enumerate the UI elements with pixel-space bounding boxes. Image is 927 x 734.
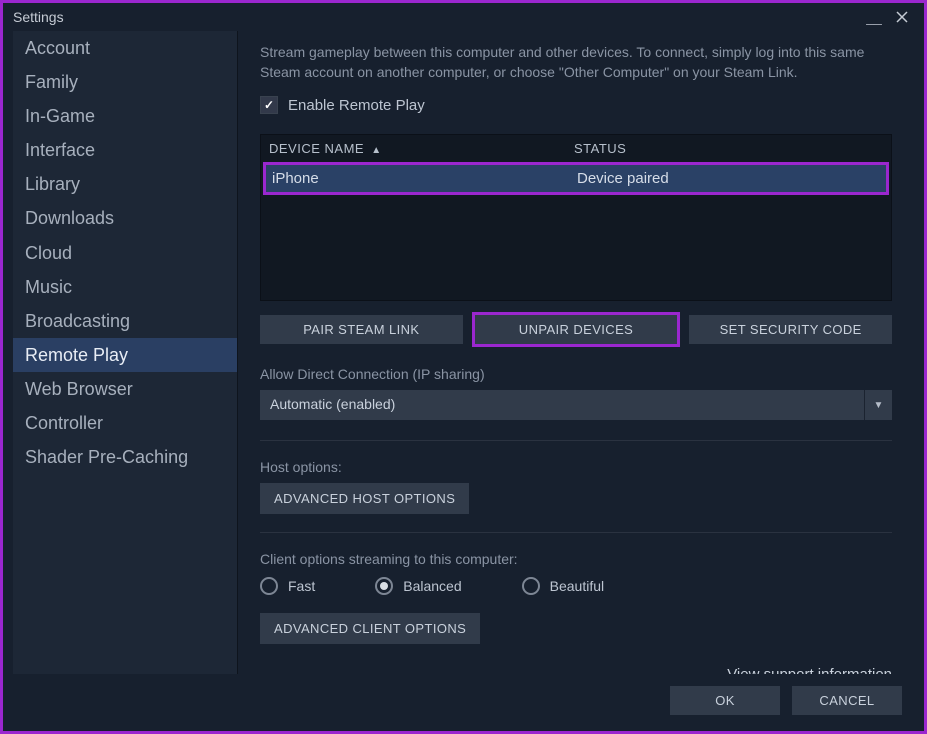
enable-remote-play-label: Enable Remote Play: [288, 97, 425, 114]
sidebar-item-remote-play[interactable]: Remote Play: [13, 338, 237, 372]
sidebar-item-interface[interactable]: Interface: [13, 133, 237, 167]
sidebar-item-in-game[interactable]: In-Game: [13, 99, 237, 133]
minimize-button[interactable]: __: [862, 5, 886, 29]
quality-radio-balanced[interactable]: Balanced: [375, 577, 461, 595]
unpair-devices-button[interactable]: UNPAIR DEVICES: [475, 315, 678, 344]
column-status[interactable]: STATUS: [574, 141, 883, 156]
settings-sidebar: AccountFamilyIn-GameInterfaceLibraryDown…: [13, 31, 238, 674]
direct-connection-dropdown[interactable]: Automatic (enabled) ▼: [260, 390, 892, 420]
divider: [260, 440, 892, 441]
sidebar-item-shader-pre-caching[interactable]: Shader Pre-Caching: [13, 440, 237, 474]
set-security-code-button[interactable]: SET SECURITY CODE: [689, 315, 892, 344]
device-name-cell: iPhone: [272, 170, 577, 187]
radio-icon: [260, 577, 278, 595]
panel-description: Stream gameplay between this computer an…: [260, 43, 892, 82]
settings-window: Settings __ AccountFamilyIn-GameInterfac…: [3, 3, 924, 731]
sidebar-item-broadcasting[interactable]: Broadcasting: [13, 304, 237, 338]
sidebar-item-downloads[interactable]: Downloads: [13, 201, 237, 235]
client-options-label: Client options streaming to this compute…: [260, 551, 892, 567]
ok-button[interactable]: OK: [670, 686, 780, 715]
host-options-label: Host options:: [260, 459, 892, 475]
advanced-client-options-button[interactable]: ADVANCED CLIENT OPTIONS: [260, 613, 480, 644]
sort-asc-icon: ▲: [371, 145, 381, 156]
titlebar: Settings __: [3, 3, 924, 31]
dialog-footer: OK CANCEL: [3, 674, 924, 731]
window-title: Settings: [13, 9, 858, 25]
divider: [260, 532, 892, 533]
enable-remote-play-checkbox[interactable]: [260, 96, 278, 114]
radio-label: Beautiful: [550, 578, 604, 594]
sidebar-item-cloud[interactable]: Cloud: [13, 236, 237, 270]
cancel-button[interactable]: CANCEL: [792, 686, 902, 715]
device-status-cell: Device paired: [577, 170, 880, 187]
radio-label: Balanced: [403, 578, 461, 594]
view-support-link[interactable]: View support information: [727, 666, 892, 674]
sidebar-item-controller[interactable]: Controller: [13, 406, 237, 440]
client-quality-radios: Fast Balanced Beautiful: [260, 577, 892, 595]
device-table-empty-area: [261, 195, 891, 300]
advanced-host-options-button[interactable]: ADVANCED HOST OPTIONS: [260, 483, 469, 514]
sidebar-item-family[interactable]: Family: [13, 65, 237, 99]
sidebar-item-library[interactable]: Library: [13, 167, 237, 201]
close-icon: [896, 11, 908, 23]
remote-play-panel: Stream gameplay between this computer an…: [238, 31, 914, 674]
sidebar-item-account[interactable]: Account: [13, 31, 237, 65]
pair-steam-link-button[interactable]: PAIR STEAM LINK: [260, 315, 463, 344]
device-table-header[interactable]: DEVICE NAME ▲ STATUS: [261, 135, 891, 162]
table-row[interactable]: iPhone Device paired: [266, 165, 886, 192]
enable-remote-play-row[interactable]: Enable Remote Play: [260, 96, 892, 114]
radio-icon: [375, 577, 393, 595]
close-button[interactable]: [890, 5, 914, 29]
direct-connection-value: Automatic (enabled): [260, 390, 864, 420]
radio-icon: [522, 577, 540, 595]
direct-connection-label: Allow Direct Connection (IP sharing): [260, 366, 892, 382]
device-row-highlight: iPhone Device paired: [263, 162, 889, 195]
sidebar-item-music[interactable]: Music: [13, 270, 237, 304]
quality-radio-beautiful[interactable]: Beautiful: [522, 577, 604, 595]
sidebar-item-web-browser[interactable]: Web Browser: [13, 372, 237, 406]
column-device-name[interactable]: DEVICE NAME ▲: [269, 141, 574, 156]
device-table: DEVICE NAME ▲ STATUS iPhone Device paire…: [260, 134, 892, 301]
radio-label: Fast: [288, 578, 315, 594]
chevron-down-icon: ▼: [864, 390, 892, 420]
quality-radio-fast[interactable]: Fast: [260, 577, 315, 595]
